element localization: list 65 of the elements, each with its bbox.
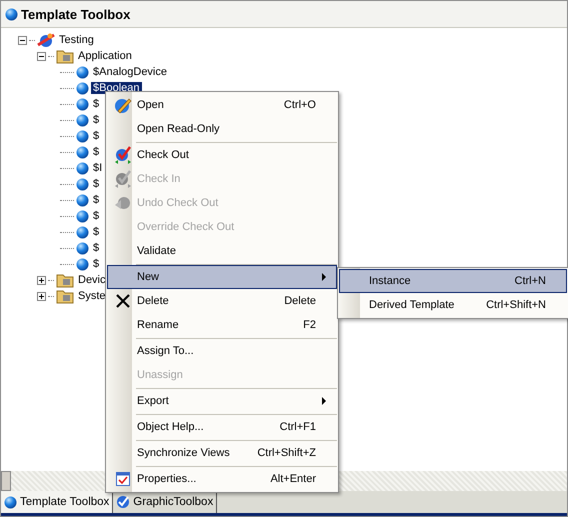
tree-item[interactable]: Application: [76, 50, 134, 62]
globe-arrow-icon: [114, 194, 132, 212]
sphere-icon: [76, 114, 89, 126]
tree-item[interactable]: $: [91, 146, 102, 158]
delete-icon: [114, 293, 130, 309]
tree-item[interactable]: $I: [91, 162, 104, 174]
expand-toggle[interactable]: [37, 292, 46, 300]
menu-item[interactable]: Properties... Alt+Enter: [107, 467, 337, 491]
tree-item[interactable]: $: [91, 130, 102, 142]
sphere-icon: [76, 66, 89, 78]
expand-toggle[interactable]: [37, 276, 46, 284]
tree-item[interactable]: $: [91, 194, 102, 206]
folder-icon: [56, 48, 74, 64]
check-globe-icon: [116, 495, 130, 509]
sphere-icon: [76, 210, 89, 222]
sphere-icon: [76, 226, 89, 238]
tree-item[interactable]: Devic: [76, 274, 108, 286]
pencil-globe-icon: [114, 96, 132, 114]
submenu-arrow-icon: [322, 397, 326, 405]
menu-item[interactable]: Open Ctrl+O: [107, 93, 337, 117]
sphere-icon: [76, 130, 89, 142]
properties-icon: [114, 471, 130, 487]
tree-item[interactable]: $: [91, 210, 102, 222]
globe-icon: [4, 496, 17, 508]
tree-item[interactable]: Testing: [57, 34, 96, 46]
folder-icon: [56, 272, 74, 288]
sphere-icon: [76, 258, 89, 270]
collapse-toggle[interactable]: [37, 52, 46, 60]
menu-item[interactable]: Check Out: [107, 143, 337, 167]
toolbox-tab[interactable]: Template Toolbox: [1, 491, 114, 513]
check-globe-icon: [114, 170, 132, 188]
menu-item[interactable]: Delete Delete: [107, 289, 337, 313]
sphere-icon: [76, 194, 89, 206]
sphere-icon: [76, 162, 89, 174]
check-globe-icon: [114, 146, 132, 164]
menu-item[interactable]: Object Help... Ctrl+F1: [107, 415, 337, 439]
menu-item[interactable]: Synchronize Views Ctrl+Shift+Z: [107, 441, 337, 465]
collapse-toggle[interactable]: [18, 36, 27, 44]
globe-icon: [5, 8, 18, 20]
menu-item[interactable]: Derived Template Ctrl+Shift+N: [339, 293, 567, 317]
tree-item[interactable]: $: [91, 178, 102, 190]
window-title: Template Toolbox: [21, 6, 130, 22]
tree-item[interactable]: $: [91, 114, 102, 126]
tree-item[interactable]: $: [91, 226, 102, 238]
menu-item[interactable]: New: [107, 265, 337, 289]
menu-item[interactable]: Rename F2: [107, 313, 337, 337]
tree-item[interactable]: Syste: [76, 290, 108, 302]
tree-item[interactable]: $: [91, 98, 102, 110]
tree-item[interactable]: $AnalogDevice: [91, 66, 169, 78]
sphere-icon: [76, 82, 89, 94]
sphere-icon: [76, 98, 89, 110]
globe-icon: [37, 32, 55, 48]
sphere-icon: [76, 242, 89, 254]
menu-item[interactable]: Instance Ctrl+N: [339, 269, 567, 293]
menu-item[interactable]: Export: [107, 389, 337, 413]
folder-icon: [56, 288, 74, 304]
sphere-icon: [76, 146, 89, 158]
tree-item[interactable]: $: [91, 258, 102, 270]
menu-item[interactable]: Open Read-Only: [107, 117, 337, 141]
menu-item[interactable]: Validate: [107, 239, 337, 263]
sphere-icon: [76, 178, 89, 190]
submenu-arrow-icon: [322, 273, 326, 281]
menu-item[interactable]: Assign To...: [107, 339, 337, 363]
tree-item[interactable]: $: [91, 242, 102, 254]
scrollbar-thumb[interactable]: [1, 471, 11, 491]
